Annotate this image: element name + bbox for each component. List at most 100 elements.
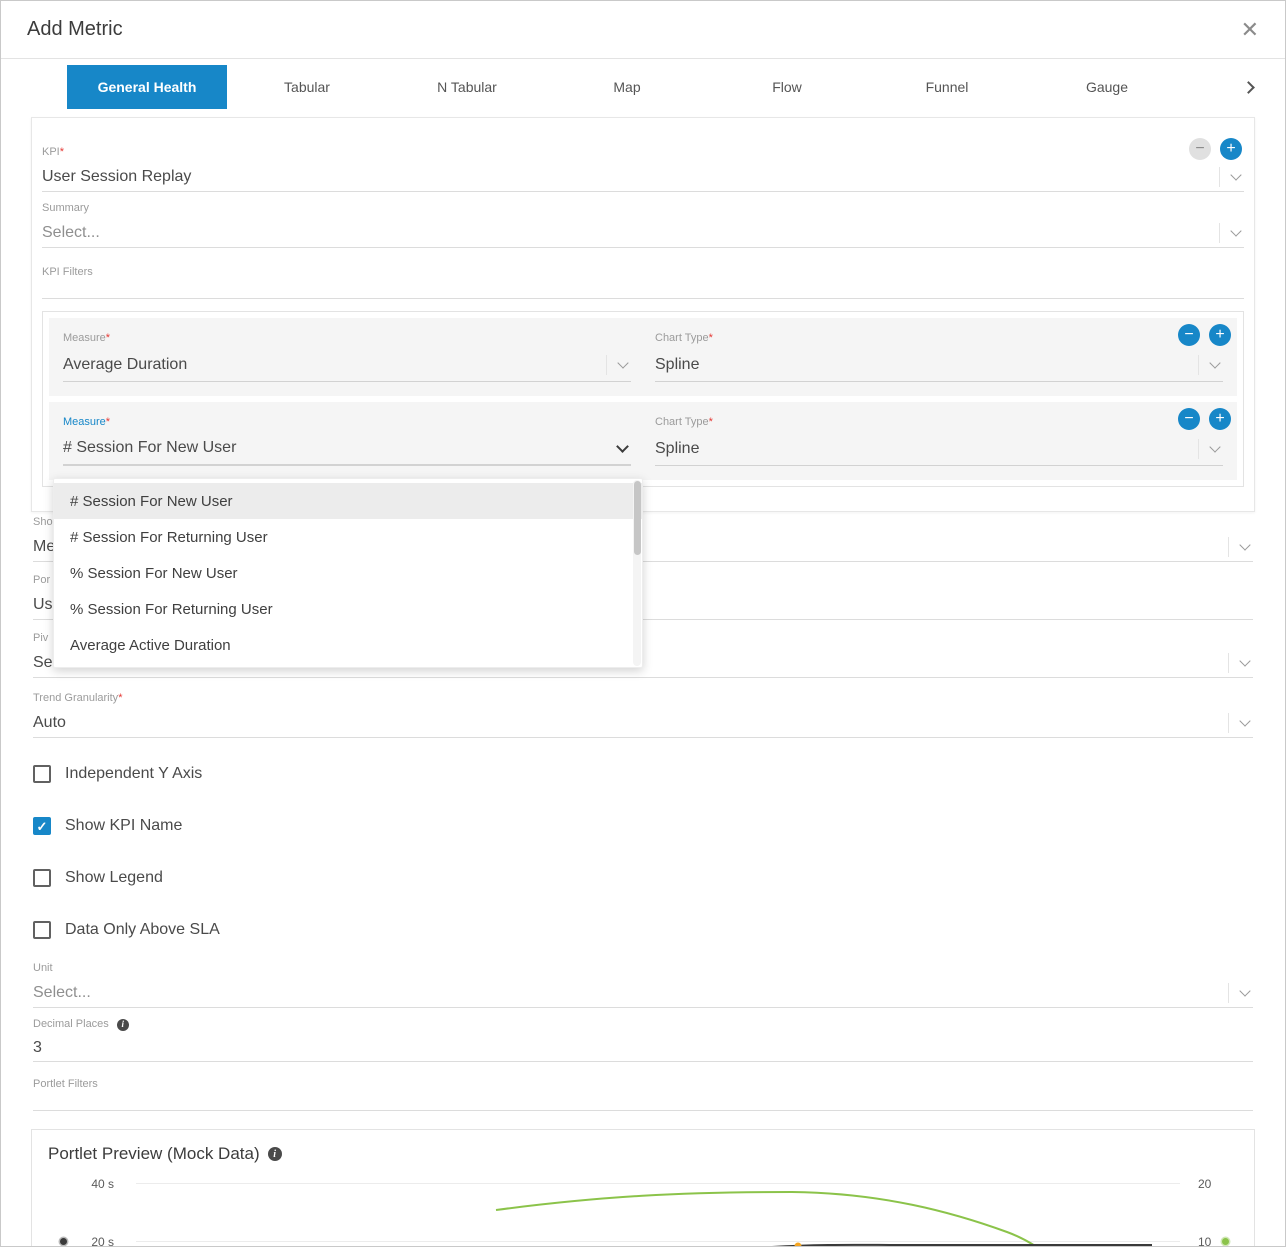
- kpi-section-card: − + KPI* User Session Replay Summary Sel…: [31, 117, 1255, 512]
- dropdown-option[interactable]: Average Active Duration: [54, 627, 642, 663]
- check-icon: ✓: [37, 820, 48, 833]
- trend-granularity-select[interactable]: Auto: [33, 708, 1253, 738]
- measure-select[interactable]: # Session For New User: [63, 432, 631, 466]
- dialog-body: − + KPI* User Session Replay Summary Sel…: [1, 109, 1285, 1247]
- select-divider: [1219, 167, 1220, 187]
- remove-measure-button[interactable]: −: [1178, 408, 1200, 430]
- info-icon[interactable]: i: [268, 1147, 282, 1161]
- checkbox-row-show-legend[interactable]: Show Legend: [33, 868, 1253, 888]
- select-suffix: [1219, 167, 1244, 187]
- chevron-down-icon[interactable]: [1239, 655, 1250, 666]
- measure-label: Measure*: [63, 332, 631, 345]
- chart-type-label: Chart Type*: [655, 332, 1223, 345]
- dropdown-option[interactable]: % Session For Returning User: [54, 591, 642, 627]
- select-divider: [1228, 983, 1229, 1003]
- summary-placeholder: Select...: [42, 224, 1219, 242]
- add-kpi-button[interactable]: +: [1220, 138, 1242, 160]
- checkbox-data-only-above-sla[interactable]: [33, 921, 51, 939]
- checkbox-row-independent-y-axis[interactable]: Independent Y Axis: [33, 764, 1253, 784]
- checkbox-row-show-kpi-name[interactable]: ✓ Show KPI Name: [33, 816, 1253, 836]
- chart-type-select[interactable]: Spline: [655, 348, 1223, 382]
- trend-granularity-label: Trend Granularity*: [33, 692, 1253, 705]
- info-icon[interactable]: i: [117, 1019, 129, 1031]
- tab-n-tabular[interactable]: N Tabular: [387, 65, 547, 109]
- chart-type-select[interactable]: Spline: [655, 432, 1223, 466]
- chevron-down-icon[interactable]: [1209, 357, 1220, 368]
- chevron-down-icon[interactable]: [1239, 715, 1250, 726]
- kpi-label: KPI*: [42, 146, 1244, 159]
- checkbox-row-data-only-above-sla[interactable]: Data Only Above SLA: [33, 920, 1253, 940]
- required-marker: *: [106, 416, 110, 428]
- preview-chart-svg: [32, 1170, 1254, 1247]
- tab-flow[interactable]: Flow: [707, 65, 867, 109]
- measure-label: Measure*: [63, 416, 631, 429]
- chevron-down-icon[interactable]: [1230, 225, 1241, 236]
- preview-chart: 40 s 20 s 20 10: [32, 1170, 1254, 1247]
- portlet-filters-divider: [33, 1110, 1253, 1111]
- select-divider: [1198, 439, 1199, 459]
- required-marker: *: [709, 416, 713, 428]
- add-metric-dialog: Add Metric ✕ General Health Tabular N Ta…: [0, 0, 1286, 1247]
- select-suffix: [1219, 223, 1244, 243]
- tab-map[interactable]: Map: [547, 65, 707, 109]
- chart-type-field: Chart Type* Spline: [655, 332, 1223, 382]
- chevron-down-icon[interactable]: [1230, 169, 1241, 180]
- select-divider: [1228, 653, 1229, 673]
- measure-value: # Session For New User: [63, 439, 618, 457]
- unit-placeholder: Select...: [33, 984, 1228, 1002]
- tab-tabular[interactable]: Tabular: [227, 65, 387, 109]
- add-measure-button[interactable]: +: [1209, 324, 1231, 346]
- remove-measure-button[interactable]: −: [1178, 324, 1200, 346]
- dropdown-scrollbar-thumb[interactable]: [634, 481, 641, 555]
- measure-options-dropdown: # Session For New User # Session For Ret…: [53, 478, 643, 668]
- chevron-down-icon[interactable]: [1209, 441, 1220, 452]
- checkbox-show-legend[interactable]: [33, 869, 51, 887]
- decimal-places-label: Decimal Placesi: [33, 1018, 1253, 1031]
- tab-bar: General Health Tabular N Tabular Map Flo…: [67, 65, 1261, 109]
- kpi-select[interactable]: User Session Replay: [42, 162, 1244, 192]
- checkbox-label: Show Legend: [65, 869, 163, 887]
- checkbox-label: Independent Y Axis: [65, 765, 202, 783]
- measure-field: Measure* Average Duration: [63, 332, 631, 382]
- decimal-places-value: 3: [33, 1039, 1253, 1057]
- chart-type-value: Spline: [655, 440, 1198, 458]
- summary-label: Summary: [42, 202, 1244, 215]
- kpi-field: − + KPI* User Session Replay: [42, 146, 1244, 192]
- add-measure-button[interactable]: +: [1209, 408, 1231, 430]
- select-divider: [1198, 355, 1199, 375]
- summary-select[interactable]: Select...: [42, 218, 1244, 248]
- unit-select[interactable]: Select...: [33, 978, 1253, 1008]
- select-divider: [606, 355, 607, 375]
- dropdown-option[interactable]: # Session For New User: [54, 483, 642, 519]
- trend-granularity-field: Trend Granularity* Auto: [33, 692, 1253, 738]
- chart-type-label: Chart Type*: [655, 416, 1223, 429]
- checkbox-label: Data Only Above SLA: [65, 921, 220, 939]
- required-marker: *: [106, 332, 110, 344]
- decimal-places-input[interactable]: 3: [33, 1034, 1253, 1062]
- chevron-down-icon[interactable]: [617, 357, 628, 368]
- tab-general-health[interactable]: General Health: [67, 65, 227, 109]
- select-divider: [1219, 223, 1220, 243]
- chevron-down-icon[interactable]: [1239, 539, 1250, 550]
- tab-gauge[interactable]: Gauge: [1027, 65, 1187, 109]
- portlet-preview-title: Portlet Preview (Mock Data): [48, 1144, 260, 1164]
- tabs-scroll-right-button[interactable]: [1236, 83, 1261, 92]
- remove-kpi-button[interactable]: −: [1189, 138, 1211, 160]
- unit-label: Unit: [33, 962, 1253, 975]
- dropdown-option[interactable]: # Session For Returning User: [54, 519, 642, 555]
- tab-funnel[interactable]: Funnel: [867, 65, 1027, 109]
- checkbox-show-kpi-name[interactable]: ✓: [33, 817, 51, 835]
- select-divider: [1228, 537, 1229, 557]
- measure-select[interactable]: Average Duration: [63, 348, 631, 382]
- dropdown-option[interactable]: % Session For New User: [54, 555, 642, 591]
- checkbox-independent-y-axis[interactable]: [33, 765, 51, 783]
- measure-row-2: − + Measure* # Session For New User # Se…: [49, 402, 1237, 480]
- chevron-down-icon[interactable]: [1239, 985, 1250, 996]
- chevron-down-icon[interactable]: [616, 440, 629, 453]
- series-point-marker: [795, 1243, 802, 1247]
- close-icon[interactable]: ✕: [1241, 19, 1259, 41]
- required-marker: *: [118, 692, 122, 704]
- chevron-right-icon: [1242, 81, 1255, 94]
- required-marker: *: [709, 332, 713, 344]
- kpi-filters-divider: [42, 298, 1244, 299]
